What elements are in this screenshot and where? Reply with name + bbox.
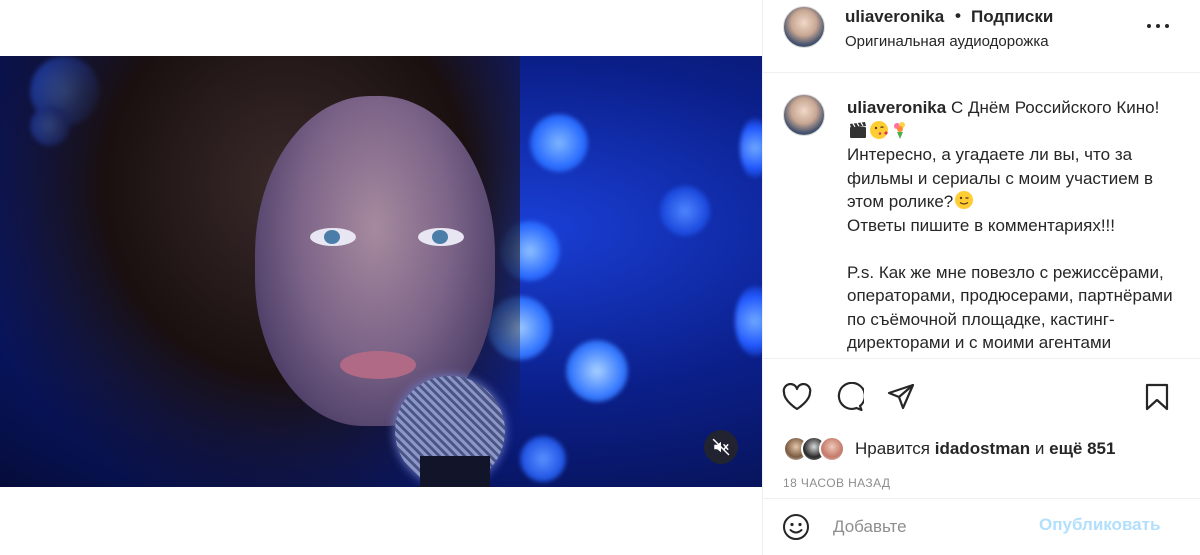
media-column	[0, 0, 762, 555]
caption-line-4: P.s. Как же мне повезло с режиссёрами, о…	[847, 262, 1178, 353]
following-button[interactable]: Подписки	[971, 7, 1053, 27]
likes-conjunction: и	[1030, 439, 1050, 458]
heart-icon	[782, 383, 812, 411]
bokeh-light	[740, 118, 762, 178]
clapperboard-emoji-icon	[850, 121, 866, 138]
video-subject-eye	[418, 228, 464, 246]
save-button[interactable]	[1141, 381, 1173, 413]
post-header: uliaveronika • Подписки Оригинальная ауд…	[763, 0, 1200, 73]
post-actions: Нравится idadostman и ещё 851 18 часов н…	[763, 358, 1200, 490]
post-timestamp[interactable]: 18 часов назад	[783, 476, 890, 490]
speaker-muted-icon	[712, 438, 730, 456]
liker-username-link[interactable]: idadostman	[935, 439, 1030, 458]
mute-toggle-button[interactable]	[704, 430, 738, 464]
likes-prefix: Нравится	[855, 439, 935, 458]
caption-text: uliaveronika С Днём Российского Кино! Ин…	[847, 96, 1177, 355]
microphone-body	[420, 456, 490, 487]
bokeh-light	[660, 186, 710, 236]
paper-plane-icon	[887, 383, 915, 410]
likes-summary: Нравится idadostman и ещё 851	[783, 435, 1115, 463]
bokeh-light	[530, 114, 588, 172]
caption-section: uliaveronika С Днём Российского Кино! Ин…	[763, 74, 1200, 358]
caption-author-avatar[interactable]	[783, 94, 825, 136]
comment-button[interactable]	[833, 381, 865, 413]
like-button[interactable]	[781, 381, 813, 413]
wink-face-emoji-icon	[955, 191, 974, 209]
video-subject-eye	[310, 228, 356, 246]
likes-count-link[interactable]: ещё 851	[1049, 439, 1115, 458]
kiss-face-emoji-icon	[870, 120, 888, 139]
add-comment-bar: Опубликовать	[763, 498, 1200, 555]
likes-text: Нравится idadostman и ещё 851	[855, 439, 1115, 459]
share-button[interactable]	[885, 381, 917, 413]
post-side-panel: uliaveronika • Подписки Оригинальная ауд…	[762, 0, 1200, 555]
publish-comment-button[interactable]: Опубликовать	[1039, 515, 1160, 535]
more-options-button[interactable]	[1141, 14, 1175, 38]
liker-avatar[interactable]	[819, 436, 845, 462]
emoji-picker-button[interactable]	[781, 512, 811, 542]
caption-line-3: Ответы пишите в комментариях!!!	[847, 215, 1116, 235]
bokeh-light	[735, 286, 762, 356]
video-subject-lips	[340, 351, 416, 379]
caption-line-2: Интересно, а угадаете ли вы, что за филь…	[847, 145, 1158, 211]
author-avatar[interactable]	[783, 6, 825, 48]
author-username[interactable]: uliaveronika	[845, 7, 944, 27]
bokeh-light	[566, 340, 628, 402]
separator-dot: •	[955, 6, 961, 25]
audio-track-link[interactable]: Оригинальная аудиодорожка	[845, 33, 1049, 50]
bookmark-icon	[1145, 383, 1169, 411]
bokeh-light	[520, 436, 566, 482]
caption-line-1: С Днём Российского Кино!	[946, 98, 1160, 117]
bouquet-emoji-icon	[894, 121, 905, 139]
comment-bubble-icon	[837, 382, 864, 412]
video-player[interactable]	[0, 56, 762, 487]
smiley-icon	[783, 514, 809, 540]
caption-username[interactable]: uliaveronika	[847, 98, 946, 117]
more-horizontal-icon	[1147, 24, 1169, 28]
